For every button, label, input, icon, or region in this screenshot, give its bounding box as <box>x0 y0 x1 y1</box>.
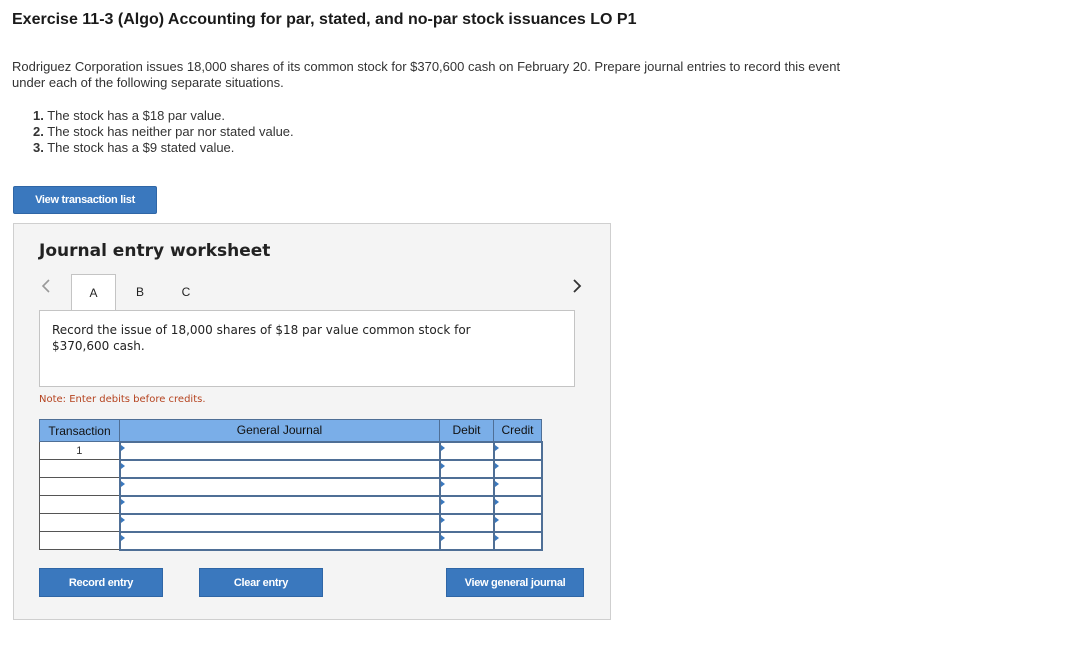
credit-input[interactable] <box>492 512 543 533</box>
table-row <box>39 494 543 515</box>
view-general-journal-button[interactable]: View general journal <box>446 568 584 597</box>
tab-a[interactable]: A <box>71 274 116 311</box>
table-row: 1 <box>39 440 543 461</box>
debit-input[interactable] <box>438 494 495 515</box>
requirement-text: The stock has a $18 par value. <box>47 108 226 123</box>
header-credit: Credit <box>493 419 542 442</box>
requirements-list: 1. The stock has a $18 par value. 2. The… <box>33 108 294 156</box>
credit-input[interactable] <box>492 458 543 479</box>
debit-input[interactable] <box>438 458 495 479</box>
transaction-cell <box>39 459 120 478</box>
requirement-number: 2. <box>33 124 44 139</box>
credit-input[interactable] <box>492 530 543 551</box>
debit-input[interactable] <box>438 440 495 461</box>
table-row <box>39 458 543 479</box>
debit-input[interactable] <box>438 476 495 497</box>
credit-input[interactable] <box>492 494 543 515</box>
requirement-item: 1. The stock has a $18 par value. <box>33 108 294 124</box>
debits-note: Note: Enter debits before credits. <box>39 394 206 405</box>
chevron-left-icon[interactable] <box>36 276 56 296</box>
table-row <box>39 512 543 533</box>
requirement-text: The stock has neither par nor stated val… <box>47 124 294 139</box>
journal-table: Transaction General Journal Debit Credit… <box>39 419 543 551</box>
debit-input[interactable] <box>438 530 495 551</box>
problem-intro: Rodriguez Corporation issues 18,000 shar… <box>12 59 841 90</box>
credit-input[interactable] <box>492 476 543 497</box>
page-title: Exercise 11-3 (Algo) Accounting for par,… <box>12 11 637 28</box>
tab-c[interactable]: C <box>172 274 200 310</box>
record-entry-button[interactable]: Record entry <box>39 568 163 597</box>
transaction-cell <box>39 495 120 514</box>
requirement-number: 3. <box>33 140 44 155</box>
chevron-right-icon[interactable] <box>567 276 587 296</box>
instruction-box: Record the issue of 18,000 shares of $18… <box>39 310 575 387</box>
transaction-cell: 1 <box>39 441 120 460</box>
journal-header-row: Transaction General Journal Debit Credit <box>39 419 542 442</box>
transaction-cell <box>39 531 120 550</box>
account-select[interactable] <box>118 512 441 533</box>
account-select[interactable] <box>118 494 441 515</box>
account-select[interactable] <box>118 458 441 479</box>
journal-entry-worksheet: Journal entry worksheet A B C Record the… <box>13 223 611 620</box>
requirement-item: 3. The stock has a $9 stated value. <box>33 140 294 156</box>
header-general-journal: General Journal <box>119 419 440 442</box>
table-row <box>39 476 543 497</box>
transaction-cell <box>39 513 120 532</box>
account-select[interactable] <box>118 476 441 497</box>
transaction-cell <box>39 477 120 496</box>
requirement-text: The stock has a $9 stated value. <box>47 140 235 155</box>
account-select[interactable] <box>118 530 441 551</box>
debit-input[interactable] <box>438 512 495 533</box>
requirement-item: 2. The stock has neither par nor stated … <box>33 124 294 140</box>
table-row <box>39 530 543 551</box>
view-transaction-list-button[interactable]: View transaction list <box>13 186 157 214</box>
header-debit: Debit <box>439 419 494 442</box>
tab-b[interactable]: B <box>126 274 154 310</box>
header-transaction: Transaction <box>39 419 120 442</box>
instruction-text: Record the issue of 18,000 shares of $18… <box>52 323 471 353</box>
credit-input[interactable] <box>492 440 543 461</box>
account-select[interactable] <box>118 440 441 461</box>
requirement-number: 1. <box>33 108 44 123</box>
clear-entry-button[interactable]: Clear entry <box>199 568 323 597</box>
worksheet-title: Journal entry worksheet <box>39 241 271 261</box>
